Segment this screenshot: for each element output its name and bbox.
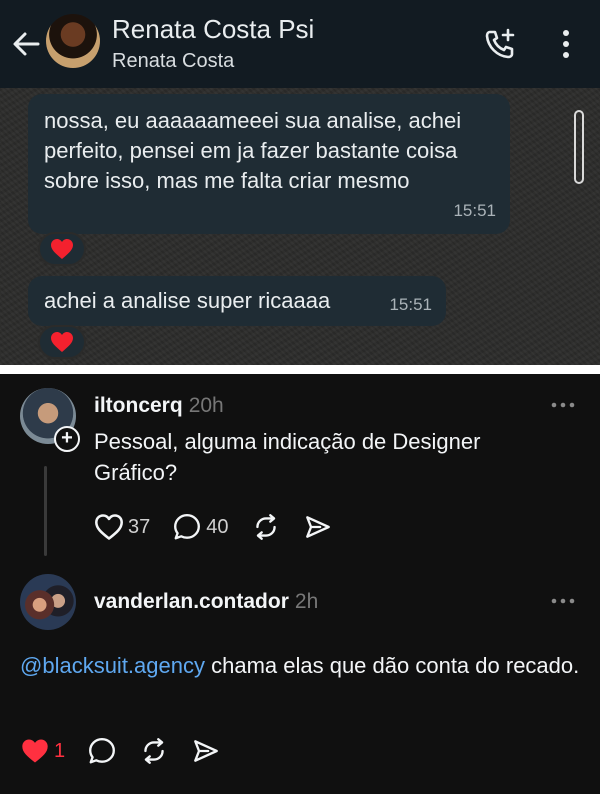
arrow-left-icon[interactable] — [10, 28, 42, 60]
send-icon — [194, 740, 219, 762]
reply-count: 40 — [206, 515, 229, 538]
contact-avatar[interactable] — [46, 14, 100, 68]
send-icon — [305, 516, 330, 538]
divider — [0, 365, 600, 374]
like-count: 37 — [128, 515, 151, 538]
message-text: nossa, eu aaaaaameeei sua analise, achei… — [44, 108, 462, 193]
like-button[interactable]: 1 — [20, 737, 65, 765]
like-count: 1 — [54, 739, 66, 762]
post-actions: 37 40 — [94, 512, 355, 542]
reply-text: @blacksuit.agency chama elas que dão con… — [20, 650, 580, 682]
repost-button[interactable] — [139, 736, 169, 766]
message-bubble[interactable]: achei a analise super ricaaaa 15:51 — [28, 276, 446, 326]
repost-icon — [144, 738, 164, 764]
more-vertical-icon[interactable] — [556, 26, 576, 62]
heart-icon — [51, 239, 73, 259]
reply-actions: 1 — [20, 736, 243, 766]
reply-author[interactable]: vanderlan.contador 2h — [94, 590, 318, 614]
heart-filled-icon — [22, 739, 48, 763]
post-age: 20h — [188, 394, 224, 417]
like-button[interactable]: 37 — [94, 513, 150, 541]
mention-link[interactable]: @blacksuit.agency — [20, 653, 205, 678]
heart-reaction[interactable] — [38, 232, 86, 266]
post-text: Pessoal, alguma indicação de Designer Gr… — [94, 429, 481, 485]
post-age: 2h — [294, 590, 319, 613]
share-button[interactable] — [191, 736, 221, 766]
thread-connector — [44, 466, 47, 556]
reply-body: chama elas que dão conta do recado. — [204, 653, 580, 678]
username[interactable]: iltoncerq — [94, 394, 183, 417]
message-time: 15:51 — [453, 201, 496, 220]
more-horizontal-icon[interactable] — [550, 597, 576, 605]
repost-icon — [255, 514, 276, 540]
chat-header: Renata Costa Psi Renata Costa — [0, 0, 600, 88]
message-time: 15:51 — [389, 295, 432, 314]
contact-subtitle: Renata Costa — [112, 50, 235, 72]
add-call-icon[interactable] — [482, 26, 518, 62]
whatsapp-chat: Renata Costa Psi Renata Costa nossa, eu … — [0, 0, 600, 365]
comment-icon — [174, 514, 201, 540]
heart-outline-icon — [95, 514, 123, 540]
message-bubble[interactable]: nossa, eu aaaaaameeei sua analise, achei… — [28, 94, 510, 234]
threads-feed: + iltoncerq 20h Pessoal, alguma indicação… — [0, 374, 600, 794]
share-button[interactable] — [303, 512, 333, 542]
scrollbar-thumb[interactable] — [574, 110, 584, 184]
contact-name[interactable]: Renata Costa Psi — [112, 14, 314, 45]
follow-plus-icon[interactable]: + — [54, 426, 80, 452]
repost-button[interactable] — [251, 512, 281, 542]
reply-button[interactable]: 40 — [172, 512, 229, 542]
heart-icon — [51, 332, 73, 352]
avatar[interactable] — [20, 574, 76, 630]
heart-reaction[interactable] — [38, 325, 86, 359]
message-text: achei a analise super ricaaaa — [44, 288, 331, 313]
comment-icon — [89, 738, 116, 764]
more-horizontal-icon[interactable] — [550, 401, 576, 409]
reply-button[interactable] — [87, 736, 117, 766]
username[interactable]: vanderlan.contador — [94, 590, 289, 613]
post-author[interactable]: iltoncerq 20h — [94, 394, 224, 418]
